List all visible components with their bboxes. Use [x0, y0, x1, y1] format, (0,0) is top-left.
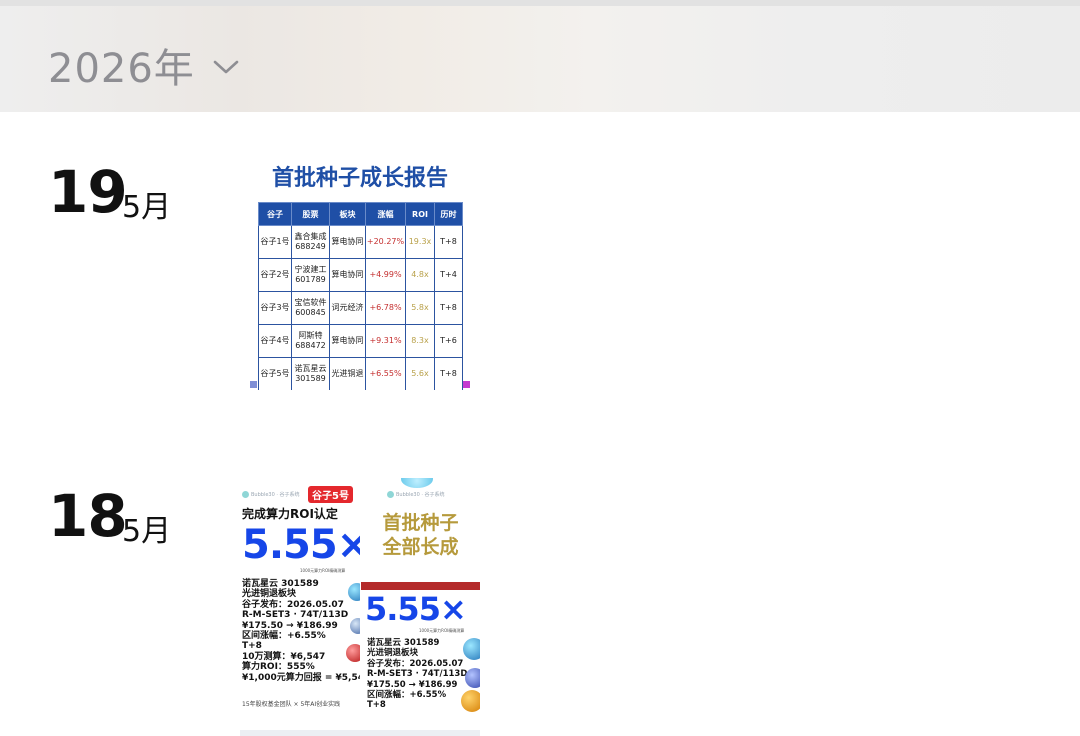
poster-tag: 谷子5号 — [308, 486, 353, 503]
table-cell: 谷子2号 — [258, 258, 292, 292]
year-label: 2026年 — [48, 46, 195, 92]
poster-info: 诺瓦星云 301589 光进铜退板块 谷子发布：2026.05.07 R-M-S… — [242, 579, 360, 683]
table-cell: +6.55% — [365, 357, 406, 390]
report-col-header: ROI — [405, 202, 435, 226]
table-cell: T+6 — [434, 324, 463, 358]
poster-info: 诺瓦星云 301589 光进铜退板块 谷子发布：2026.05.07 R-M-S… — [367, 638, 468, 711]
report-thumbnail[interactable]: 首批种子成长报告 谷子 股票 板块 涨幅 ROI 历时 谷子1号 鑫合集成 688… — [240, 150, 480, 390]
year-header: 2026年 — [0, 0, 1080, 112]
poster-brand: Bubble30 · 谷子系统 — [387, 491, 445, 498]
report-col-header: 板块 — [329, 202, 366, 226]
poster-headline: 首批种子 全部长成 — [382, 512, 459, 558]
table-cell: 谷子5号 — [258, 357, 292, 390]
brand-logo-icon — [387, 491, 394, 498]
report-col-header: 历时 — [434, 202, 463, 226]
chevron-down-icon — [213, 60, 239, 74]
poster-footer: 15年股权基金团队 × 5年AI创业实践 — [242, 701, 341, 708]
poster-thumbnail[interactable]: Bubble30 · 谷子系统 谷子5号 完成算力ROI认定 5.55× 100… — [240, 478, 360, 714]
table-cell: 阿斯特 688472 — [291, 324, 330, 358]
poster-roi: 5.55× — [365, 590, 467, 628]
entry-month: 5月 — [122, 190, 172, 225]
table-cell: 诺瓦星云 301589 — [291, 357, 330, 390]
table-cell: T+8 — [434, 291, 463, 325]
poster-roi: 5.55× — [242, 522, 360, 568]
report-col-header: 谷子 — [258, 202, 292, 226]
poster-band — [361, 582, 480, 590]
table-cell: +4.99% — [365, 258, 406, 292]
next-entry-edge — [240, 730, 480, 736]
table-cell: 宝信软件 600845 — [291, 291, 330, 325]
corner-marker — [463, 381, 470, 388]
table-cell: +20.27% — [365, 225, 406, 259]
table-row: 谷子4号 阿斯特 688472 算电协同 +9.31% 8.3x T+6 — [258, 324, 463, 358]
table-cell: 5.6x — [405, 357, 435, 390]
decor-ball — [463, 638, 480, 660]
table-cell: 词元经济 — [329, 291, 366, 325]
report-col-header: 涨幅 — [365, 202, 406, 226]
table-cell: 算电协同 — [329, 258, 366, 292]
report-col-header: 股票 — [291, 202, 330, 226]
report-header-row: 谷子 股票 板块 涨幅 ROI 历时 — [258, 202, 463, 226]
poster-thumbnail[interactable]: Bubble30 · 谷子系统 首批种子 全部长成 5.55× 1000元算力R… — [361, 478, 480, 714]
table-cell: 19.3x — [405, 225, 435, 259]
table-row: 谷子2号 宁波建工 601789 算电协同 +4.99% 4.8x T+4 — [258, 258, 463, 292]
table-cell: T+8 — [434, 357, 463, 390]
poster-roi-sub: 1000元算力ROI精确测算 — [419, 628, 465, 633]
poster-brand: Bubble30 · 谷子系统 — [242, 491, 300, 498]
corner-marker — [250, 381, 257, 388]
table-cell: 8.3x — [405, 324, 435, 358]
table-cell: 算电协同 — [329, 324, 366, 358]
table-cell: +6.78% — [365, 291, 406, 325]
table-cell: 谷子4号 — [258, 324, 292, 358]
poster-title: 完成算力ROI认定 — [242, 507, 338, 521]
brand-logo-icon — [242, 491, 249, 498]
report-title: 首批种子成长报告 — [271, 166, 448, 191]
table-cell: T+4 — [434, 258, 463, 292]
table-cell: 宁波建工 601789 — [291, 258, 330, 292]
report-table: 谷子 股票 板块 涨幅 ROI 历时 谷子1号 鑫合集成 688249 算电协同 +2… — [258, 202, 463, 390]
entry-month: 5月 — [122, 514, 172, 549]
table-cell: 4.8x — [405, 258, 435, 292]
entry-day: 19 — [48, 158, 128, 226]
table-cell: +9.31% — [365, 324, 406, 358]
table-cell: 谷子1号 — [258, 225, 292, 259]
table-row: 谷子3号 宝信软件 600845 词元经济 +6.78% 5.8x T+8 — [258, 291, 463, 325]
table-cell: T+8 — [434, 225, 463, 259]
entry-day: 18 — [48, 482, 128, 550]
decor-ball — [346, 644, 360, 662]
table-cell: 谷子3号 — [258, 291, 292, 325]
table-row: 谷子1号 鑫合集成 688249 算电协同 +20.27% 19.3x T+8 — [258, 225, 463, 259]
poster-roi-sub: 1000元算力ROI精确测算 — [300, 568, 346, 573]
year-selector[interactable]: 2026年 — [48, 36, 239, 94]
decor-ball — [461, 690, 480, 712]
decor-ball — [350, 618, 360, 634]
decor-ball — [348, 583, 360, 601]
table-cell: 算电协同 — [329, 225, 366, 259]
table-cell: 5.8x — [405, 291, 435, 325]
decor-ball — [401, 478, 433, 488]
decor-ball — [465, 668, 480, 688]
table-cell: 鑫合集成 688249 — [291, 225, 330, 259]
table-cell: 光进铜退 — [329, 357, 366, 390]
table-row: 谷子5号 诺瓦星云 301589 光进铜退 +6.55% 5.6x T+8 — [258, 357, 463, 390]
